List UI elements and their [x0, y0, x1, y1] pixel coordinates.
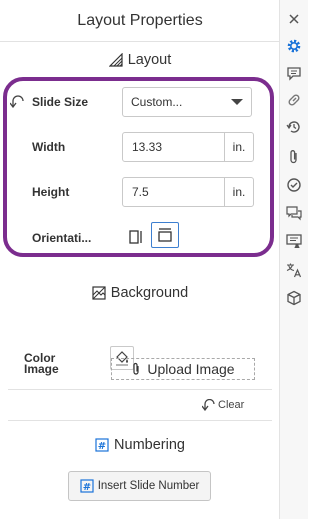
section-divider [8, 420, 272, 421]
clear-label: Clear [218, 399, 245, 411]
upload-image-label: Upload Image [147, 361, 235, 377]
reset-slide-size-icon[interactable] [10, 95, 24, 108]
check-circle-icon[interactable] [285, 176, 303, 194]
landscape-button[interactable] [151, 222, 179, 248]
slide-size-value: Custom... [131, 95, 183, 109]
slide-size-label: Slide Size [32, 95, 89, 109]
background-heading-label: Background [110, 285, 189, 301]
insert-slide-number-button[interactable]: # Insert Slide Number [68, 471, 211, 501]
clear-background-button[interactable]: Clear [202, 399, 244, 411]
paperclip-icon [133, 362, 140, 375]
title-divider [0, 41, 280, 42]
width-value: 13.33 [132, 140, 163, 154]
gear-icon[interactable] [285, 37, 303, 55]
translate-icon[interactable] [285, 261, 303, 279]
chevron-down-icon [231, 99, 243, 105]
slide-size-select[interactable]: Custom... [122, 87, 252, 117]
background-icon [92, 286, 106, 300]
height-label: Height [32, 185, 70, 199]
presenter-icon[interactable] [285, 232, 303, 250]
width-input[interactable]: 13.33 [122, 132, 225, 162]
width-label: Width [32, 140, 66, 154]
link-icon[interactable] [285, 91, 303, 109]
height-unit: in. [224, 177, 254, 207]
orientation-label: Orientati... [32, 231, 92, 245]
upload-image-button[interactable]: Upload Image [111, 358, 255, 380]
slide-number-icon: # [80, 479, 94, 493]
layout-icon [108, 53, 123, 67]
height-input[interactable]: 7.5 [122, 177, 225, 207]
portrait-button[interactable] [122, 224, 150, 250]
layout-properties-panel: Layout Properties Layout Slide Size Cust… [0, 0, 280, 519]
layout-heading-label: Layout [127, 52, 172, 68]
undo-icon [202, 399, 215, 411]
comment-icon[interactable] [285, 64, 303, 82]
numbering-section-heading: # Numbering [0, 437, 280, 453]
svg-text:#: # [82, 482, 90, 493]
section-divider [8, 389, 272, 390]
numbering-heading-label: Numbering [114, 437, 185, 453]
slide-number-icon: # [95, 438, 109, 452]
landscape-orientation-icon [158, 228, 172, 242]
cube-icon[interactable] [285, 289, 303, 307]
panel-title: Layout Properties [77, 12, 203, 29]
layout-section-heading: Layout [0, 52, 280, 68]
image-label: Image [24, 362, 59, 376]
insert-slide-number-label: Insert Slide Number [97, 480, 200, 492]
svg-text:#: # [98, 441, 106, 452]
chat-icon[interactable] [285, 204, 303, 222]
portrait-orientation-icon [129, 230, 142, 244]
height-value: 7.5 [132, 185, 149, 199]
background-section-heading: Background [0, 285, 280, 301]
attachment-icon[interactable] [285, 148, 303, 166]
history-icon[interactable] [285, 118, 303, 136]
close-icon[interactable] [285, 10, 303, 28]
width-unit: in. [224, 132, 254, 162]
